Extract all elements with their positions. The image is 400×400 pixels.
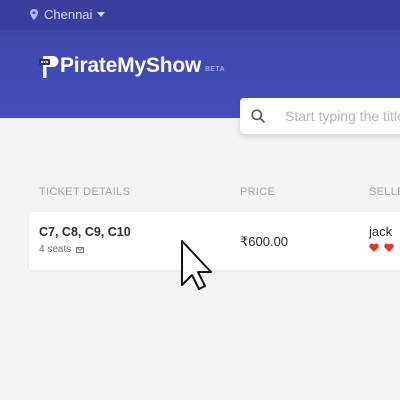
heart-icon [384, 243, 394, 252]
brand-logo[interactable]: PirateMyShow BETA [39, 54, 225, 79]
header-price: PRICE [240, 186, 276, 198]
search-input[interactable] [285, 108, 400, 124]
seat-count-label: 4 seats [39, 244, 72, 255]
mail-icon [76, 246, 85, 253]
top-bar: Chennai [0, 0, 400, 30]
mouse-pointer-icon [181, 240, 212, 290]
seat-count: 4 seats [39, 244, 85, 255]
pirate-flag-logo-icon [39, 56, 59, 78]
brand-name: PirateMyShow [60, 54, 202, 77]
beta-badge: BETA [205, 66, 225, 73]
search-icon [251, 109, 265, 123]
seller-name: jack [369, 224, 393, 239]
ticket-price: ₹600.00 [240, 234, 289, 249]
city-selector[interactable]: Chennai [30, 7, 106, 22]
city-name: Chennai [44, 7, 93, 22]
seller-rating [369, 243, 394, 252]
header-ticket-details: TICKET DETAILS [39, 186, 131, 198]
header-seller: SELLER [369, 186, 400, 198]
ticket-listing-row[interactable]: C7, C8, C9, C10 4 seats ₹600.00 jack [29, 212, 400, 270]
heart-icon [369, 243, 379, 252]
search-box[interactable] [240, 98, 400, 134]
caret-down-icon [97, 12, 106, 17]
seat-numbers: C7, C8, C9, C10 [39, 225, 131, 239]
location-pin-icon [30, 9, 38, 20]
